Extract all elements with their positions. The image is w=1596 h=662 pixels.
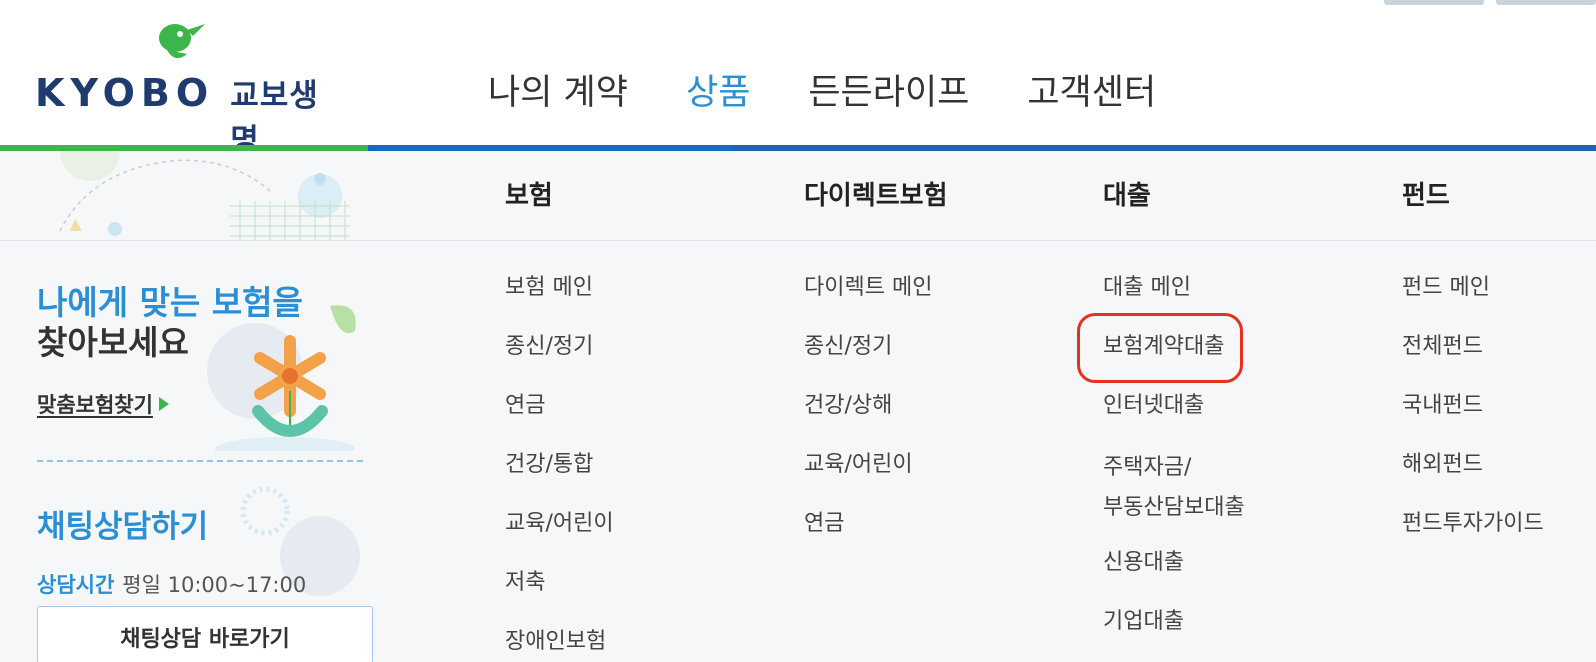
menu-item[interactable]: 펀드투자가이드 [1402,507,1544,566]
logo-text-en: KYOBO [35,71,215,115]
bird-logo-icon [159,24,205,59]
insurance-menu-list: 보험 메인 종신/정기 연금 건강/통합 교육/어린이 저축 장애인보험 [505,271,614,662]
menu-item[interactable]: 연금 [804,507,932,566]
fund-menu-list: 펀드 메인 전체펀드 국내펀드 해외펀드 펀드투자가이드 [1402,271,1544,566]
category-fund[interactable]: 펀드 [1402,175,1450,212]
custom-insurance-finder-label: 맞춤보험찾기 [37,393,153,417]
menu-item[interactable]: 다이렉트 메인 [804,271,932,330]
decoration-illustration-icon [59,151,350,241]
menu-item[interactable]: 신용대출 [1103,546,1245,605]
category-insurance[interactable]: 보험 [505,175,553,212]
gnb-my-contract[interactable]: 나의 계약 [488,64,628,115]
menu-item[interactable]: 종신/정기 [505,330,614,389]
global-nav: 나의 계약 상품 든든라이프 고객센터 [488,64,1156,115]
mega-menu-panel: 나에게 맞는 보험을 찾아보세요 맞춤보험찾기 채팅상담하기 상담시간 평일 1… [0,151,1596,662]
flower-illustration-icon [207,305,356,451]
promo-column: 나에게 맞는 보험을 찾아보세요 맞춤보험찾기 채팅상담하기 상담시간 평일 1… [0,151,385,662]
menu-item[interactable]: 저축 [505,566,614,625]
menu-item[interactable]: 보험 메인 [505,271,614,330]
menu-item[interactable]: 연금 [505,389,614,448]
menu-item[interactable]: 해외펀드 [1402,448,1544,507]
utility-tab[interactable] [1384,0,1484,5]
menu-item[interactable]: 교육/어린이 [804,448,932,507]
kyobo-logo[interactable]: KYOBO 교보생명 [35,20,335,159]
chat-consult-title: 채팅상담하기 [37,509,209,545]
top-utility-tabs [1384,0,1596,5]
menu-item[interactable]: 건강/상해 [804,389,932,448]
highlight-annotation [1077,313,1243,383]
gnb-customer-center[interactable]: 고객센터 [1027,64,1156,115]
category-direct-insurance[interactable]: 다이렉트보험 [804,175,948,212]
gnb-products[interactable]: 상품 [686,64,750,115]
utility-tab[interactable] [1496,0,1596,5]
custom-insurance-finder-link[interactable]: 맞춤보험찾기 [37,389,169,419]
chat-hours-label: 상담시간 [37,573,115,597]
menu-item[interactable]: 장애인보험 [505,625,614,662]
direct-menu-list: 다이렉트 메인 종신/정기 건강/상해 교육/어린이 연금 [804,271,932,566]
menu-item-line: 부동산담보대출 [1103,495,1245,520]
chat-consult-button[interactable]: 채팅상담 바로가기 [37,606,373,662]
gnb-dundun-life[interactable]: 든든라이프 [808,64,969,115]
chat-hours-value: 평일 10:00~17:00 [122,573,307,597]
menu-item[interactable]: 펀드 메인 [1402,271,1544,330]
category-loan[interactable]: 대출 [1103,175,1151,212]
menu-item-line: 주택자금/ [1103,455,1192,480]
menu-item[interactable]: 기업대출 [1103,605,1245,662]
dashed-divider [37,460,363,462]
menu-item[interactable]: 인터넷대출 [1103,389,1245,448]
chat-hours: 상담시간 평일 10:00~17:00 [37,569,306,599]
menu-item[interactable]: 전체펀드 [1402,330,1544,389]
menu-item[interactable]: 건강/통합 [505,448,614,507]
menu-item[interactable]: 교육/어린이 [505,507,614,566]
menu-item[interactable]: 종신/정기 [804,330,932,389]
header: KYOBO 교보생명 나의 계약 상품 든든라이프 고객센터 [0,0,1596,159]
arrow-right-icon [158,397,169,411]
menu-item[interactable]: 국내펀드 [1402,389,1544,448]
menu-item-housing-loan[interactable]: 주택자금/부동산담보대출 [1103,448,1245,546]
